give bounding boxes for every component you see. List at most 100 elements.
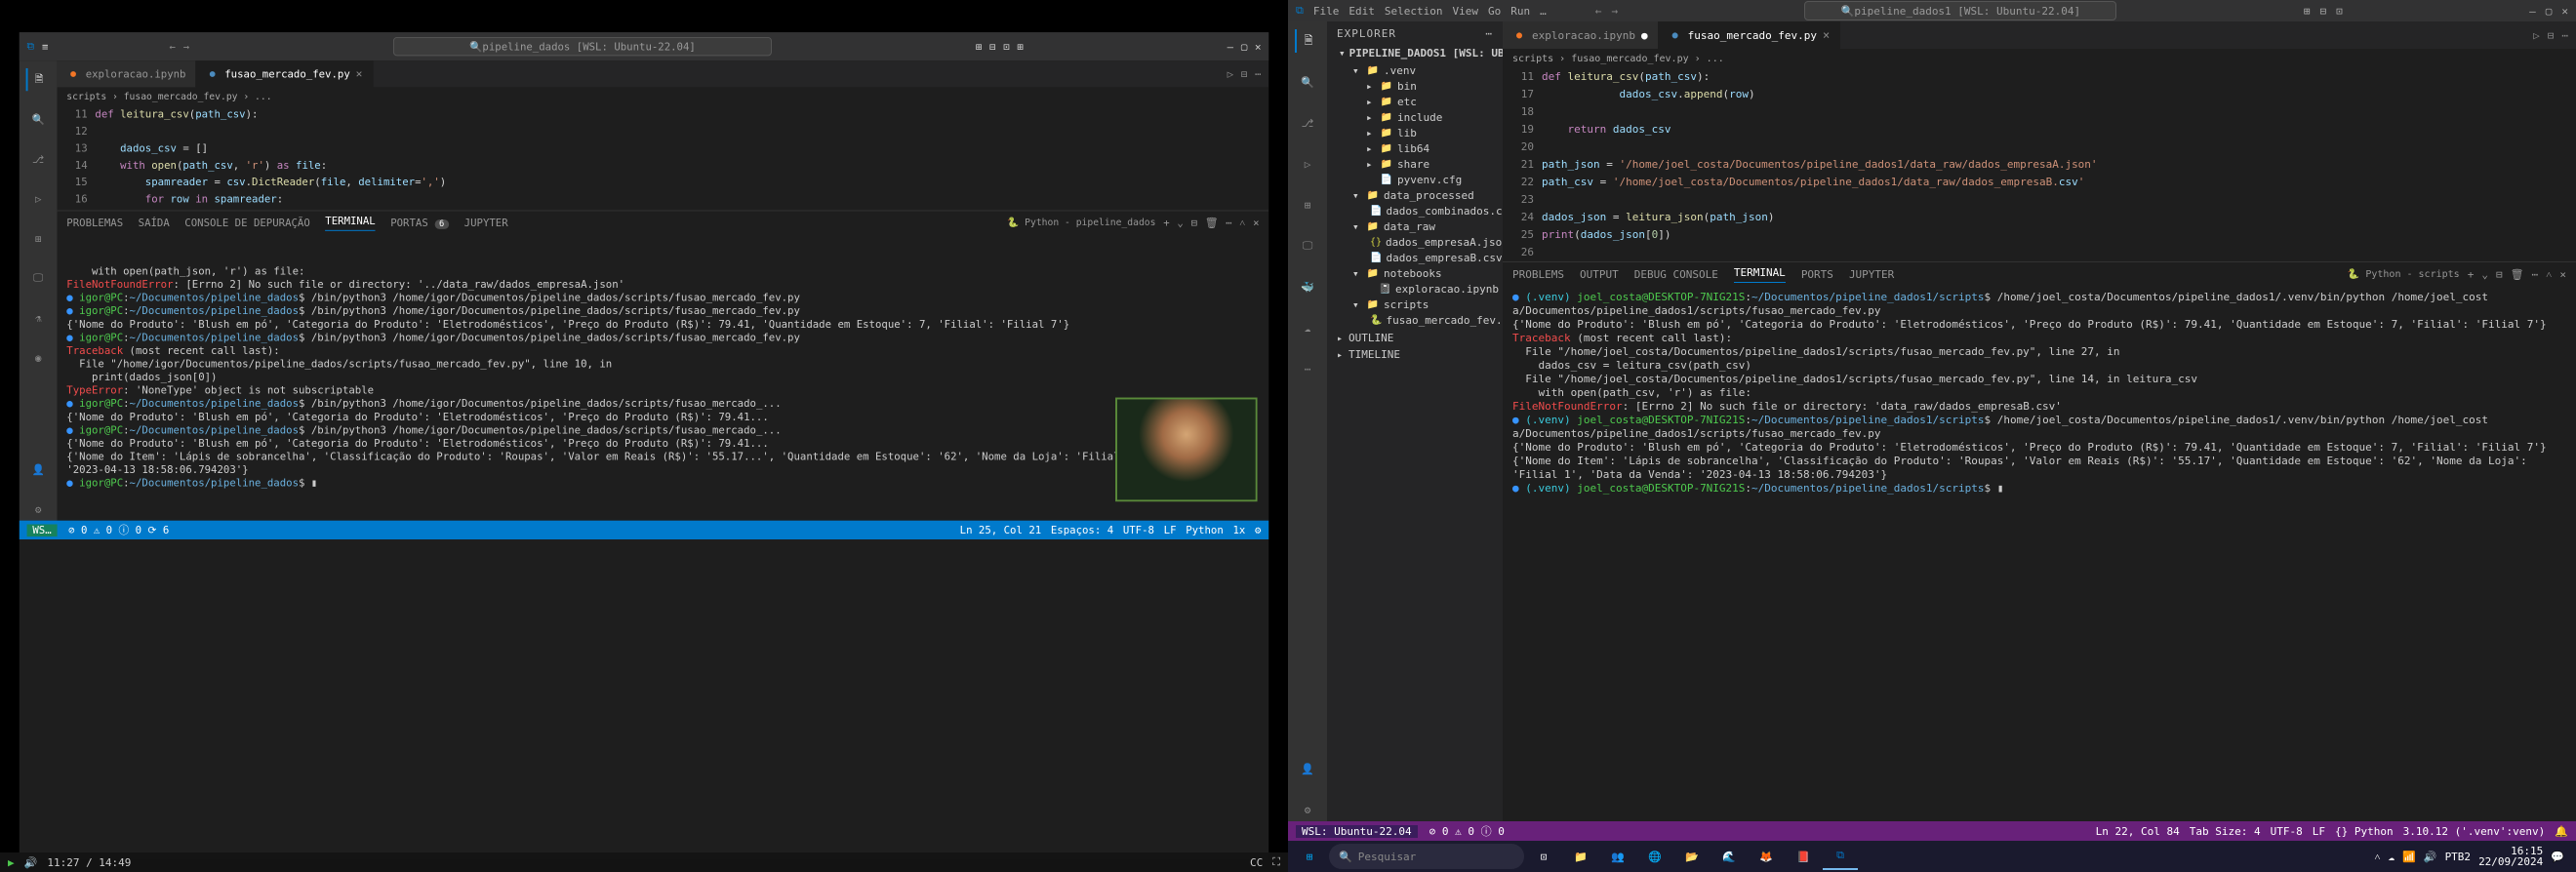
panel-tab-console de depuração[interactable]: CONSOLE DE DEPURAÇÃO xyxy=(184,217,309,229)
taskbar-search[interactable]: 🔍 Pesquisar xyxy=(1329,844,1524,869)
debug-icon[interactable]: ▷ xyxy=(1296,152,1319,176)
remote-icon[interactable]: 🖵 xyxy=(27,267,50,290)
panel-tab-debug console[interactable]: DEBUG CONSOLE xyxy=(1634,268,1718,281)
trash-icon[interactable]: 🗑 xyxy=(2511,268,2524,281)
eol[interactable]: LF xyxy=(1164,524,1177,536)
tree-item-dados_empresaA.json[interactable]: {}dados_empresaA.json xyxy=(1327,234,1503,250)
edge-icon[interactable]: 🌊 xyxy=(1711,843,1747,870)
acrobat-icon[interactable]: 📕 xyxy=(1786,843,1821,870)
hamburger-icon[interactable]: ≡ xyxy=(42,40,48,53)
close-icon[interactable]: ✕ xyxy=(1255,40,1261,53)
tree-item-pyvenv.cfg[interactable]: 📄pyvenv.cfg xyxy=(1327,172,1503,187)
breadcrumb[interactable]: scripts › fusao_mercado_fev.py › ... xyxy=(58,87,1269,105)
term-env[interactable]: 🐍 Python - pipeline_dados xyxy=(1007,218,1155,228)
nav-back-icon[interactable]: ← xyxy=(1595,5,1602,18)
remote-badge[interactable]: WSL: Ubuntu-22.04 xyxy=(1296,825,1418,838)
terminal[interactable]: ● (.venv) joel_costa@DESKTOP-7NIG21S:~/D… xyxy=(1503,287,2576,821)
close-icon[interactable]: ✕ xyxy=(2561,5,2568,18)
split-icon[interactable]: ⊟ xyxy=(2496,268,2503,281)
search-icon[interactable]: 🔍 xyxy=(1296,70,1319,94)
scm-icon[interactable]: ⎇ xyxy=(1296,111,1319,135)
debug-icon[interactable]: ▷ xyxy=(27,187,50,210)
docker-icon[interactable]: 🐳 xyxy=(1296,275,1319,298)
menu-selection[interactable]: Selection xyxy=(1385,5,1443,18)
tree-item-dados_combinados.csv[interactable]: 📄dados_combinados.csv xyxy=(1327,203,1503,218)
play-icon[interactable]: ▶ xyxy=(8,856,15,869)
close-icon[interactable]: × xyxy=(1253,217,1259,229)
more-icon[interactable]: ⋯ xyxy=(1485,27,1493,40)
tree-item-data_processed[interactable]: ▾📁data_processed xyxy=(1327,187,1503,203)
settings-icon[interactable]: ⚙ xyxy=(1296,798,1319,821)
layout-icon[interactable]: ⊞ xyxy=(2304,5,2311,18)
term-env[interactable]: 🐍 Python - scripts xyxy=(2348,269,2460,280)
split-icon[interactable]: ⊟ xyxy=(1191,217,1197,229)
minimize-icon[interactable]: — xyxy=(1228,40,1233,53)
timeline-section[interactable]: ▸ TIMELINE xyxy=(1327,346,1503,363)
layout-icon3[interactable]: ⊡ xyxy=(1003,40,1009,53)
chrome-icon[interactable]: 🌐 xyxy=(1637,843,1672,870)
tree-item-lib[interactable]: ▸📁lib xyxy=(1327,125,1503,140)
panel-tab-portas[interactable]: PORTAS 6 xyxy=(390,217,449,229)
lang-indicator[interactable]: PTB2 xyxy=(2445,851,2472,863)
layout-icon2[interactable]: ⊟ xyxy=(2319,5,2326,18)
status-counts[interactable]: ⊘ 0 ⚠ 0 ⓘ 0 xyxy=(1429,823,1505,839)
volume-icon[interactable]: 🔊 xyxy=(24,856,38,869)
more-icon[interactable]: ⋯ xyxy=(2561,29,2568,42)
run-icon[interactable]: ▷ xyxy=(1228,67,1233,80)
panel-tab-ports[interactable]: PORTS xyxy=(1801,268,1833,281)
spaces[interactable]: Espaços: 4 xyxy=(1051,524,1113,536)
panel-tab-output[interactable]: OUTPUT xyxy=(1580,268,1619,281)
nav-fwd-icon[interactable]: → xyxy=(1611,5,1618,18)
wifi-icon[interactable]: 📶 xyxy=(2402,851,2416,863)
ln-col[interactable]: Ln 25, Col 21 xyxy=(960,524,1042,536)
ln-col[interactable]: Ln 22, Col 84 xyxy=(2096,825,2180,838)
panel-tab-problemas[interactable]: PROBLEMAS xyxy=(66,217,123,229)
notifications-icon[interactable]: 💬 xyxy=(2551,851,2564,863)
menu-run[interactable]: Run xyxy=(1510,5,1530,18)
tab-size[interactable]: Tab Size: 4 xyxy=(2190,825,2261,838)
onedrive-icon[interactable]: ☁ xyxy=(2389,851,2395,863)
plus-icon[interactable]: + xyxy=(1163,217,1169,229)
tree-item-lib64[interactable]: ▸📁lib64 xyxy=(1327,140,1503,156)
cloud-icon[interactable]: ☁ xyxy=(1296,316,1319,339)
vscode-icon[interactable]: ⧉ xyxy=(1823,843,1858,870)
menu-edit[interactable]: Edit xyxy=(1348,5,1375,18)
split-icon[interactable]: ⊟ xyxy=(1241,67,1247,80)
account-icon[interactable]: 👤 xyxy=(1296,757,1319,780)
tree-item-bin[interactable]: ▸📁bin xyxy=(1327,78,1503,94)
tree-item-fusao_mercado_fev.py[interactable]: 🐍fusao_mercado_fev.py xyxy=(1327,312,1503,328)
outline-section[interactable]: ▸ OUTLINE xyxy=(1327,330,1503,346)
tab-exploracao.ipynb[interactable]: ●exploracao.ipynb xyxy=(58,60,197,87)
split-icon[interactable]: ⊟ xyxy=(2548,29,2555,42)
explorer-icon[interactable]: 🗎 xyxy=(1295,29,1318,53)
video-player[interactable]: ⧉ ≡ ← → 🔍 pipeline_dados [WSL: Ubuntu-22… xyxy=(0,0,1288,872)
jupyter-icon[interactable]: ◉ xyxy=(27,346,50,369)
encoding[interactable]: UTF-8 xyxy=(2271,825,2303,838)
fullscreen-icon[interactable]: ⛶ xyxy=(1272,855,1280,869)
menu-view[interactable]: View xyxy=(1452,5,1478,18)
run-icon[interactable]: ▷ xyxy=(2533,29,2540,42)
chevron-down-icon[interactable]: ⌄ xyxy=(1177,217,1183,229)
layout-icon2[interactable]: ⊟ xyxy=(989,40,995,53)
task-view-icon[interactable]: ⊡ xyxy=(1526,843,1561,870)
clock[interactable]: 16:15 22/09/2024 xyxy=(2478,846,2543,867)
plus-icon[interactable]: + xyxy=(2468,268,2475,281)
tree-item-scripts[interactable]: ▾📁scripts xyxy=(1327,297,1503,312)
gear-icon[interactable]: ⚙ xyxy=(1255,524,1261,536)
code-editor[interactable]: 1117181920212223242526 def leitura_csv(p… xyxy=(1503,68,2576,261)
root-folder[interactable]: ▾PIPELINE_DADOS1 [WSL: UBUNTU-22… xyxy=(1327,46,1503,60)
cc-icon[interactable]: CC xyxy=(1250,856,1263,869)
tab-exploracao.ipynb[interactable]: ●exploracao.ipynb● xyxy=(1503,21,1659,49)
more-icon[interactable]: ⋯ xyxy=(1226,217,1231,229)
layout-icon3[interactable]: ⊡ xyxy=(2336,5,2343,18)
command-center[interactable]: 🔍 pipeline_dados [WSL: Ubuntu-22.04] xyxy=(393,37,772,56)
python-ver[interactable]: 3.10.12 ('.venv':venv) xyxy=(2403,825,2546,838)
explorer-icon[interactable]: 🗎 xyxy=(26,68,49,91)
tree-item-dados_empresaB.csv[interactable]: 📄dados_empresaB.csv xyxy=(1327,250,1503,265)
chevron-up-icon[interactable]: ˄ xyxy=(1239,217,1245,229)
tree-item-etc[interactable]: ▸📁etc xyxy=(1327,94,1503,109)
more-icon[interactable]: ⋯ xyxy=(2532,268,2539,281)
menu-go[interactable]: Go xyxy=(1488,5,1501,18)
panel-tab-jupyter[interactable]: JUPYTER xyxy=(1849,268,1894,281)
nav-fwd-icon[interactable]: → xyxy=(183,40,189,53)
